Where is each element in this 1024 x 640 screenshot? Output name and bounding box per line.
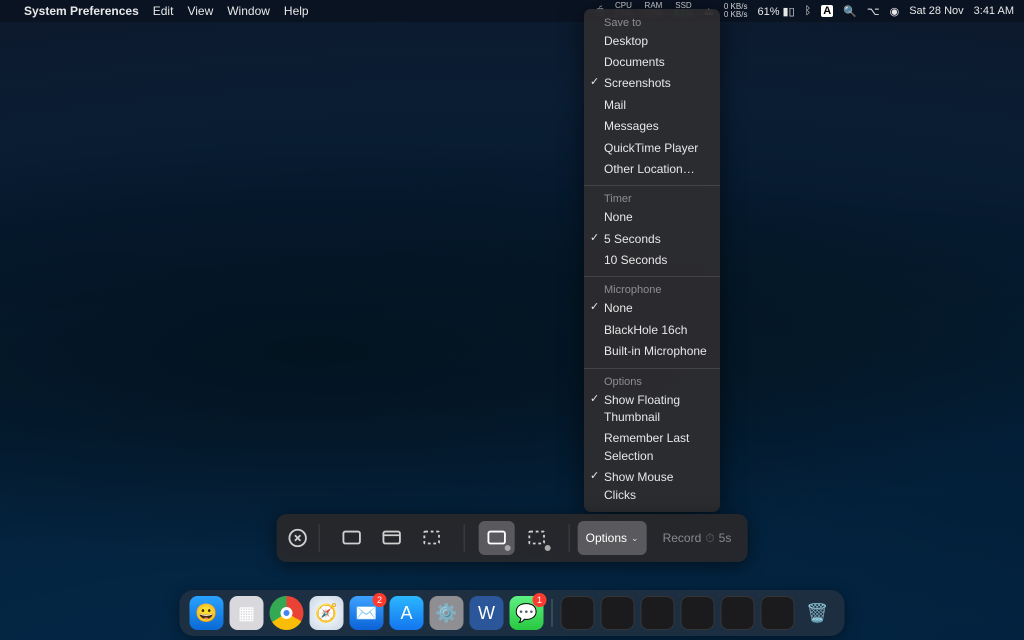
save-to-desktop[interactable]: Desktop [584, 31, 720, 52]
options-button[interactable]: Options ⌄ [578, 521, 647, 555]
options-section-save-to: Save to [584, 15, 720, 31]
dock-trash[interactable]: 🗑️ [801, 596, 835, 630]
options-section-timer: Timer [584, 191, 720, 207]
dock-app-finder[interactable]: 😀 [190, 596, 224, 630]
record-timer-value: 5s [719, 531, 732, 545]
menubar: System Preferences Edit View Window Help… [0, 0, 1024, 22]
dock-minimized-window[interactable] [681, 596, 715, 630]
dock-app-safari[interactable]: 🧭 [310, 596, 344, 630]
save-to-documents[interactable]: Documents [584, 52, 720, 73]
spotlight-icon[interactable]: 🔍 [843, 5, 857, 18]
chevron-down-icon: ⌄ [631, 533, 639, 544]
menu-edit[interactable]: Edit [153, 4, 174, 18]
timer-5s[interactable]: 5 Seconds [584, 229, 720, 250]
capture-entire-screen-button[interactable] [334, 521, 370, 555]
timer-none[interactable]: None [584, 207, 720, 228]
record-indicator-dot-icon [545, 545, 551, 551]
dock-app-appstore[interactable]: A [390, 596, 424, 630]
menu-window[interactable]: Window [227, 4, 270, 18]
dock-app-mail[interactable]: ✉️2 [350, 596, 384, 630]
dock-minimized-window[interactable] [641, 596, 675, 630]
mic-blackhole[interactable]: BlackHole 16ch [584, 320, 720, 341]
capture-window-button[interactable] [374, 521, 410, 555]
menubar-date[interactable]: Sat 28 Nov [909, 5, 963, 17]
dock-app-messages[interactable]: 💬1 [510, 596, 544, 630]
opt-remember-selection[interactable]: Remember Last Selection [584, 428, 720, 467]
record-selection-button[interactable] [519, 521, 555, 555]
mic-builtin[interactable]: Built-in Microphone [584, 341, 720, 362]
screenshot-options-menu: Save to Desktop Documents Screenshots Ma… [584, 9, 720, 512]
options-button-label: Options [586, 531, 627, 545]
messages-badge: 1 [533, 593, 547, 607]
save-to-other[interactable]: Other Location… [584, 159, 720, 180]
control-center-icon[interactable]: ⌥ [867, 5, 880, 18]
options-section-microphone: Microphone [584, 282, 720, 298]
capture-selection-button[interactable] [414, 521, 450, 555]
battery-status[interactable]: 61% ▮▯ [757, 5, 794, 18]
siri-icon[interactable]: ◉ [890, 5, 900, 18]
opt-show-mouse-clicks[interactable]: Show Mouse Clicks [584, 467, 720, 506]
menubar-time[interactable]: 3:41 AM [974, 5, 1014, 17]
bluetooth-icon[interactable]: ᛒ [805, 5, 812, 17]
save-to-mail[interactable]: Mail [584, 95, 720, 116]
timer-icon: ⏱ [705, 531, 714, 546]
menu-view[interactable]: View [187, 4, 213, 18]
record-group [473, 521, 561, 555]
dock-minimized-window[interactable] [561, 596, 595, 630]
dock-app-chrome[interactable] [270, 596, 304, 630]
screenshot-toolbar: Options ⌄ Record ⏱ 5s [277, 514, 748, 562]
dock-minimized-window[interactable] [721, 596, 755, 630]
capture-group [328, 521, 456, 555]
record-indicator-dot-icon [505, 545, 511, 551]
mic-none[interactable]: None [584, 298, 720, 319]
close-toolbar-button[interactable] [285, 521, 311, 555]
network-stat[interactable]: 0 KB/s0 KB/s [724, 3, 748, 19]
mail-badge: 2 [373, 593, 387, 607]
dock: 😀 ▦ 🧭 ✉️2 A ⚙️ W 💬1 🗑️ [180, 590, 845, 636]
save-to-quicktime[interactable]: QuickTime Player [584, 138, 720, 159]
save-to-messages[interactable]: Messages [584, 116, 720, 137]
app-menu[interactable]: System Preferences [24, 4, 139, 18]
dock-minimized-window[interactable] [601, 596, 635, 630]
opt-floating-thumbnail[interactable]: Show Floating Thumbnail [584, 390, 720, 429]
dock-app-word[interactable]: W [470, 596, 504, 630]
options-section-options: Options [584, 374, 720, 390]
record-entire-screen-button[interactable] [479, 521, 515, 555]
save-to-screenshots[interactable]: Screenshots [584, 73, 720, 94]
menu-help[interactable]: Help [284, 4, 309, 18]
dock-minimized-window[interactable] [761, 596, 795, 630]
input-source-icon[interactable]: A [821, 5, 833, 17]
dock-app-system-preferences[interactable]: ⚙️ [430, 596, 464, 630]
record-action-label[interactable]: Record ⏱ 5s [653, 531, 740, 546]
dock-app-launchpad[interactable]: ▦ [230, 596, 264, 630]
timer-10s[interactable]: 10 Seconds [584, 250, 720, 271]
